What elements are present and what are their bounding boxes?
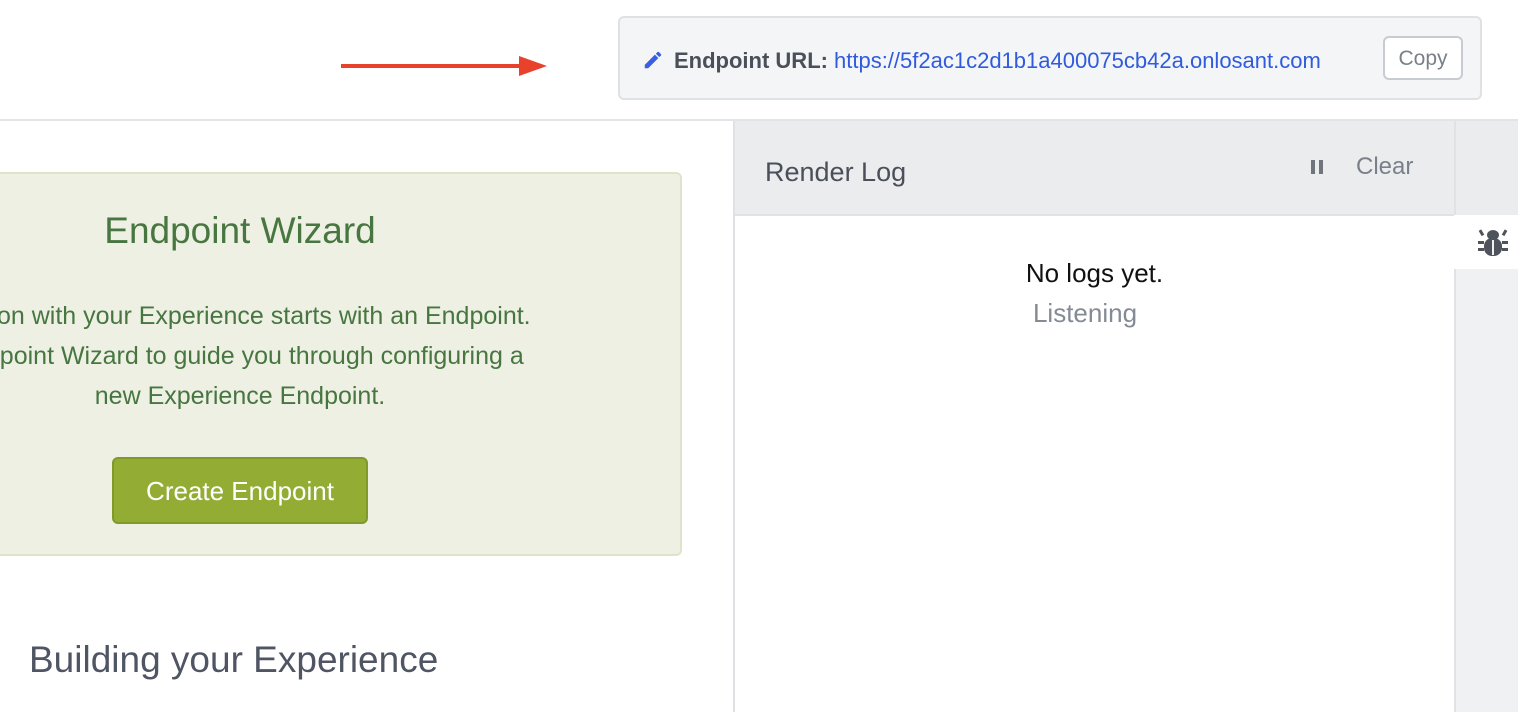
pencil-icon[interactable] (642, 49, 664, 71)
wizard-description-line: ndpoint Wizard to guide you through conf… (0, 342, 524, 370)
endpoint-url-box: Endpoint URL: https://5f2ac1c2d1b1a40007… (618, 16, 1482, 100)
render-log-title: Render Log (765, 157, 907, 187)
wizard-description-line: new Experience Endpoint. (94, 382, 386, 410)
endpoint-wizard-card: Endpoint Wizard ction with your Experien… (0, 172, 682, 556)
main-content: Endpoint Wizard ction with your Experien… (0, 121, 733, 712)
empty-log-message: No logs yet. (1025, 258, 1164, 288)
wizard-description-line: ction with your Experience starts with a… (0, 302, 531, 330)
section-heading: Building your Experience (29, 639, 439, 680)
endpoint-url-link[interactable]: https://5f2ac1c2d1b1a400075cb42a.onlosan… (834, 48, 1321, 74)
right-rail (1454, 121, 1518, 712)
wizard-description: ction with your Experience starts with a… (0, 296, 531, 416)
render-log-header: Render Log Clear (735, 121, 1454, 216)
clear-log-button[interactable]: Clear (1356, 153, 1413, 181)
create-endpoint-button[interactable]: Create Endpoint (112, 457, 368, 524)
annotation-arrow (341, 56, 547, 76)
bug-icon[interactable] (1478, 227, 1508, 259)
copy-button[interactable]: Copy (1383, 36, 1463, 80)
render-log-panel: Render Log Clear No logs yet. Listening (733, 121, 1454, 712)
endpoint-url-label: Endpoint URL: (674, 48, 828, 73)
listening-status: Listening (1032, 298, 1138, 328)
wizard-title: Endpoint Wizard (104, 210, 376, 251)
pause-icon[interactable] (1311, 160, 1325, 176)
top-header: Endpoint URL: https://5f2ac1c2d1b1a40007… (0, 0, 1518, 121)
rail-header (1456, 121, 1518, 215)
